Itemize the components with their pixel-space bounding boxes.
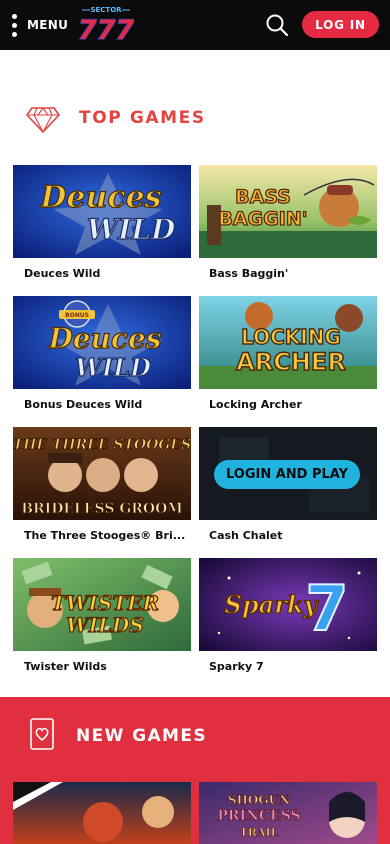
game-tile-twister-wilds[interactable]: TWISTER WILDS xyxy=(13,558,191,651)
deuces-wild-thumbnail: Deuces WILD xyxy=(13,165,191,258)
new-games-title: NEW GAMES xyxy=(76,726,207,746)
art-text: TRAIL xyxy=(240,826,279,839)
new-game-2-thumbnail: SHOGUN PRINCESS TRAIL xyxy=(199,782,377,844)
bonus-deuces-wild-thumbnail: BONUS Deuces WILD xyxy=(13,296,191,389)
login-and-play-button[interactable]: LOGIN AND PLAY xyxy=(214,460,360,489)
menu-label: MENU xyxy=(27,18,69,32)
game-tile-bonus-deuces-wild[interactable]: BONUS Deuces WILD xyxy=(13,296,191,389)
log-in-button[interactable]: LOG IN xyxy=(302,11,379,38)
art-text: WILD xyxy=(75,353,151,382)
art-text: SHOGUN xyxy=(228,793,290,807)
top-bar: MENU SECTOR 777 LOG IN xyxy=(0,0,390,50)
art-text: Deuces xyxy=(47,322,161,355)
sector-777-logo[interactable]: SECTOR 777 xyxy=(78,4,134,44)
art-text: PRINCESS xyxy=(217,808,300,824)
sparky-7-thumbnail: Sparky 7 xyxy=(199,558,377,651)
art-text: THE THREE STOOGES xyxy=(13,437,191,453)
twister-wilds-thumbnail: TWISTER WILDS xyxy=(13,558,191,651)
art-text: TWISTER xyxy=(51,591,159,615)
game-title-three-stooges[interactable]: The Three Stooges® Bri... xyxy=(24,529,194,542)
art-text: LOCKING xyxy=(241,325,341,349)
game-tile-three-stooges[interactable]: THE THREE STOOGES BRIDELESS GROOM xyxy=(13,427,191,520)
search-icon[interactable] xyxy=(265,13,289,37)
game-title-bonus-deuces-wild[interactable]: Bonus Deuces Wild xyxy=(24,398,194,411)
locking-archer-thumbnail: LOCKING ARCHER xyxy=(199,296,377,389)
game-title-deuces-wild[interactable]: Deuces Wild xyxy=(24,267,194,280)
art-text: WILDS xyxy=(66,613,144,637)
new-game-1-thumbnail xyxy=(13,782,191,844)
kebab-menu-icon xyxy=(12,13,17,37)
diamond-icon xyxy=(26,107,60,134)
game-title-cash-chalet[interactable]: Cash Chalet xyxy=(209,529,379,542)
art-text: BRIDELESS GROOM xyxy=(21,501,183,517)
new-game-tile-1[interactable] xyxy=(13,782,191,844)
logo-sector-text: SECTOR xyxy=(90,6,122,14)
top-games-title: TOP GAMES xyxy=(79,108,206,128)
art-text: BAGGIN' xyxy=(218,208,307,230)
game-title-bass-baggin[interactable]: Bass Baggin' xyxy=(209,267,379,280)
heart-card-icon xyxy=(30,718,54,750)
art-text: 7 xyxy=(305,572,348,645)
logo-777-text: 777 xyxy=(78,15,134,44)
menu-button[interactable]: MENU xyxy=(12,13,68,37)
bass-baggin-thumbnail: BASS BAGGIN' xyxy=(199,165,377,258)
art-text: BONUS xyxy=(65,312,89,319)
art-text: ARCHER xyxy=(236,348,346,376)
game-tile-bass-baggin[interactable]: BASS BAGGIN' xyxy=(199,165,377,258)
new-game-tile-2[interactable]: SHOGUN PRINCESS TRAIL xyxy=(199,782,377,844)
game-title-locking-archer[interactable]: Locking Archer xyxy=(209,398,379,411)
game-tile-locking-archer[interactable]: LOCKING ARCHER xyxy=(199,296,377,389)
game-tile-deuces-wild[interactable]: Deuces WILD xyxy=(13,165,191,258)
game-title-sparky-7[interactable]: Sparky 7 xyxy=(209,660,379,673)
art-text: WILD xyxy=(87,213,176,246)
game-title-twister-wilds[interactable]: Twister Wilds xyxy=(24,660,194,673)
three-stooges-thumbnail: THE THREE STOOGES BRIDELESS GROOM xyxy=(13,427,191,520)
game-tile-sparky-7[interactable]: Sparky 7 xyxy=(199,558,377,651)
art-text: BASS xyxy=(235,186,291,208)
art-text: Deuces xyxy=(39,180,161,215)
